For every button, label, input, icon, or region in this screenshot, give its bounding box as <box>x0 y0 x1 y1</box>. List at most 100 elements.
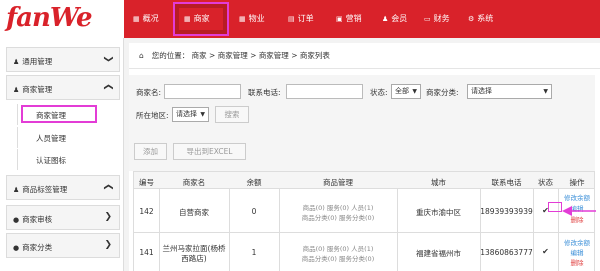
row-goods-category-links[interactable]: 商品分类(0) 服务分类(0) <box>279 253 397 263</box>
chevron-right-icon: ❯ <box>104 240 112 250</box>
user-icon: ♟ <box>382 15 389 23</box>
nav-label: 物业 <box>248 14 265 23</box>
nav-label: 概况 <box>142 14 159 23</box>
sidebar-group-tags[interactable]: ♟ 商品标签管理 ❮ <box>6 175 120 200</box>
row-id: 141 <box>139 248 154 257</box>
sidebar-group-label: 商家管理 <box>22 85 53 94</box>
user-icon: ♟ <box>13 86 20 94</box>
nav-item-orders[interactable]: ▤ 订单 <box>288 0 314 38</box>
breadcrumb-item[interactable]: 商家管理 <box>259 51 289 60</box>
sidebar-item-label: 认证图标 <box>36 156 66 165</box>
row-goods-links[interactable]: 商品(0) 服务(0) 人员(1) <box>279 202 397 212</box>
category-select-value: 请选择 <box>471 87 492 95</box>
pointer-arrow-icon <box>562 206 596 216</box>
table-header-cell: 余额 <box>246 178 262 187</box>
sidebar-group-label: 商品标签管理 <box>22 185 68 194</box>
row-phone: 13860863777 <box>480 248 533 257</box>
sidebar-item-merchant-management[interactable]: 商家管理 <box>6 104 120 125</box>
merchant-name-label: 商家名: <box>136 88 162 97</box>
nav-label: 订单 <box>297 14 314 23</box>
sidebar-group-label: 商家分类 <box>22 243 53 252</box>
breadcrumb-separator: > <box>250 51 257 60</box>
breadcrumb-prefix: 您的位置： <box>151 51 190 60</box>
nav-item-system[interactable]: ⚙ 系统 <box>468 0 493 38</box>
export-excel-button[interactable]: 导出到EXCEL <box>173 143 246 160</box>
row-goods-links[interactable]: 商品(0) 服务(0) 人员(1) <box>279 243 397 253</box>
nav-label: 财务 <box>433 14 450 23</box>
sidebar-item-label: 商家管理 <box>36 111 66 120</box>
row-merchant-name: 自营商家 <box>179 208 209 217</box>
main-content: ⌂ 您的位置： 商家 > 商家管理 > 商家管理 > 商家列表 商家名: 联系电话… <box>129 43 600 271</box>
filter-panel: 商家名: 联系电话: 状态: 全部 ▼ 商家分类: 请选择 ▼ 所在地区: 请选择 ▼… <box>129 75 595 171</box>
sidebar-item-label: 人员管理 <box>36 134 66 143</box>
search-button[interactable]: 搜索 <box>215 106 249 123</box>
chevron-up-icon: ❮ <box>103 83 114 91</box>
category-select[interactable]: 请选择 ▼ <box>467 84 552 99</box>
edit-balance-link[interactable]: 修改余额 <box>558 192 596 202</box>
row-balance: 0 <box>251 207 257 216</box>
sidebar-item-staff-management[interactable]: 人员管理 <box>6 127 120 148</box>
edit-balance-link[interactable]: 修改余额 <box>558 237 596 247</box>
nav-item-overview[interactable]: ▦ 概况 <box>133 0 159 38</box>
grid-icon: ▦ <box>184 15 191 23</box>
sidebar-item-certification-icon[interactable]: 认证图标 <box>6 149 120 170</box>
chat-icon: ▣ <box>336 15 343 23</box>
home-icon: ⌂ <box>139 51 144 60</box>
logo[interactable]: fanWe <box>0 0 124 38</box>
category-label: 商家分类: <box>426 88 459 97</box>
edit-link[interactable]: 编辑 <box>558 247 596 257</box>
sidebar: ♟ 通用管理 ❯ ♟ 商家管理 ❮ 商家管理 人员管理 认证图标 ♟ 商品标签管理 ❮… <box>0 38 124 271</box>
delete-link[interactable]: 删除 <box>558 257 596 267</box>
status-select-value: 全部 <box>395 87 409 95</box>
grid-icon: ▦ <box>239 15 246 23</box>
breadcrumb-separator: > <box>291 51 298 60</box>
sidebar-group-review[interactable]: ● 商家审核 ❯ <box>6 205 120 230</box>
list-icon: ▤ <box>288 15 295 23</box>
phone-label: 联系电话: <box>248 88 281 97</box>
table-row: 141 兰州马家拉面(杨桥 西路店) 1 商品(0) 服务(0) 人员(1) 商… <box>133 233 595 271</box>
row-balance: 1 <box>251 248 257 257</box>
phone-input[interactable] <box>286 84 363 99</box>
sidebar-group-label: 商家审核 <box>22 215 53 224</box>
row-goods-category-links[interactable]: 商品分类(0) 服务分类(0) <box>279 212 397 222</box>
nav-item-finance[interactable]: ▭ 财务 <box>424 0 450 38</box>
table-header-cell: 城市 <box>431 178 446 187</box>
table-header-cell: 商品管理 <box>323 178 353 187</box>
region-select[interactable]: 请选择 ▼ <box>172 107 209 122</box>
top-nav-bar: fanWe ▦ 概况 ▦ 商家 ▦ 物业 ▤ 订单 ▣ 营销 ♟ 会员 ▭ 财务 ⚙ 系统 <box>0 0 600 38</box>
region-select-value: 请选择 <box>176 110 197 118</box>
row-merchant-name: 西路店) <box>181 254 207 263</box>
nav-item-property[interactable]: ▦ 物业 <box>239 0 265 38</box>
status-select[interactable]: 全部 ▼ <box>391 84 421 99</box>
breadcrumb-item[interactable]: 商家 <box>192 51 207 60</box>
table-header-cell: 联系电话 <box>491 178 522 187</box>
sidebar-group-general[interactable]: ♟ 通用管理 ❯ <box>6 47 120 72</box>
grid-icon: ▦ <box>133 15 140 23</box>
row-id: 142 <box>139 207 154 216</box>
dropdown-arrow-icon: ▼ <box>412 88 417 95</box>
breadcrumb-item[interactable]: 商家管理 <box>218 51 248 60</box>
sidebar-group-merchant[interactable]: ♟ 商家管理 ❮ <box>6 75 120 100</box>
row-city: 福建省福州市 <box>416 249 461 258</box>
user-icon: ♟ <box>13 186 20 194</box>
table-header-cell: 状态 <box>538 178 553 187</box>
table-row: 142 自营商家 0 商品(0) 服务(0) 人员(1) 商品分类(0) 服务分… <box>133 189 595 233</box>
dropdown-arrow-icon: ▼ <box>200 111 205 118</box>
chevron-right-icon: ❯ <box>104 212 112 222</box>
sidebar-group-category[interactable]: ● 商家分类 ❯ <box>6 233 120 258</box>
table-header-cell: 操作 <box>569 178 585 187</box>
nav-item-marketing[interactable]: ▣ 营销 <box>336 0 362 38</box>
merchant-name-input[interactable] <box>164 84 241 99</box>
nav-item-merchant[interactable]: ▦ 商家 <box>184 0 210 38</box>
nav-item-members[interactable]: ♟ 会员 <box>382 0 407 38</box>
status-label: 状态: <box>370 88 388 97</box>
user-icon: ♟ <box>13 58 20 66</box>
nav-label: 营销 <box>345 14 362 23</box>
row-city: 重庆市渝中区 <box>416 208 461 217</box>
breadcrumb-item: 商家列表 <box>299 51 330 60</box>
table-header-cell: 编号 <box>139 178 154 187</box>
chat-icon: ● <box>13 244 20 252</box>
region-label: 所在地区: <box>136 111 169 120</box>
add-button[interactable]: 添加 <box>134 143 167 160</box>
table-header: 编号 商家名 余额 商品管理 城市 联系电话 状态 操作 <box>133 171 595 189</box>
